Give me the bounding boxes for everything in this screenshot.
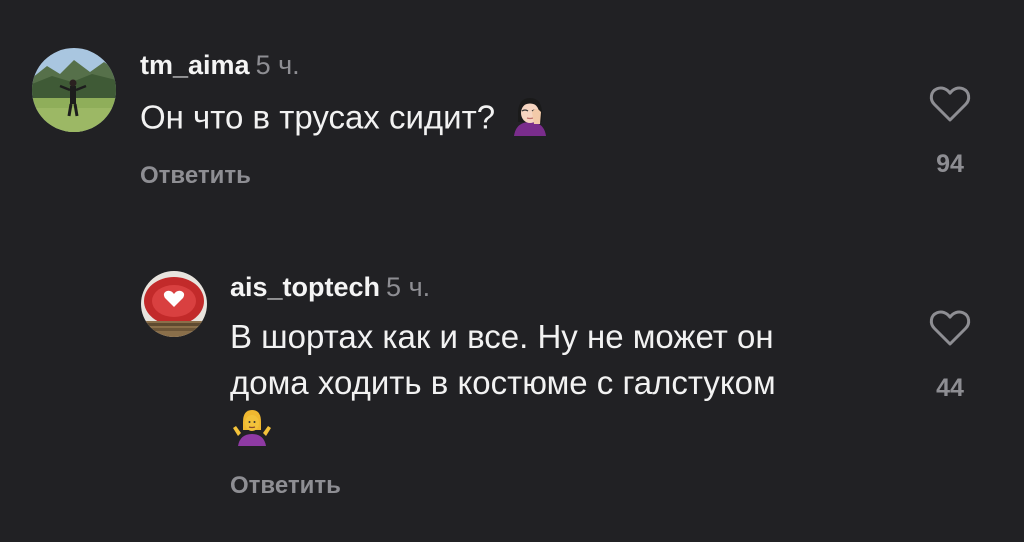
avatar-photo	[141, 271, 207, 337]
comment-body-line: дома ходить в костюме с галстуком	[230, 364, 776, 401]
comment-header: ais_toptech 5 ч.	[230, 272, 430, 303]
avatar-photo	[32, 48, 116, 132]
comment-item: ais_toptech 5 ч. В шортах как и все. Ну н…	[0, 240, 1024, 540]
reply-button[interactable]: Ответить	[230, 472, 341, 500]
like-count: 94	[936, 150, 964, 178]
comment-body: Он что в трусах сидит?	[140, 98, 496, 136]
reply-button[interactable]: Ответить	[140, 162, 251, 190]
comment-header: tm_aima 5 ч.	[140, 50, 300, 81]
heart-outline-icon	[929, 86, 971, 122]
comment-text: В шортах как и все. Ну не может он дома …	[230, 314, 910, 452]
comment-text: Он что в трусах сидит?	[140, 92, 552, 148]
avatar[interactable]	[32, 48, 116, 132]
comment-item: tm_aima 5 ч. Он что в трусах сидит? Ответ…	[0, 0, 1024, 220]
timestamp: 5 ч.	[386, 272, 431, 302]
like-button[interactable]	[928, 84, 972, 124]
username[interactable]: tm_aima	[140, 50, 250, 80]
like-button[interactable]	[928, 308, 972, 348]
username[interactable]: ais_toptech	[230, 272, 380, 302]
heart-outline-icon	[929, 310, 971, 346]
timestamp: 5 ч.	[255, 50, 300, 80]
comment-body-line: В шортах как и все. Ну не может он	[230, 318, 774, 355]
avatar[interactable]	[141, 271, 207, 337]
like-count: 44	[936, 374, 964, 402]
face-palm-woman-emoji	[508, 92, 552, 148]
shrug-woman-emoji	[230, 406, 274, 458]
